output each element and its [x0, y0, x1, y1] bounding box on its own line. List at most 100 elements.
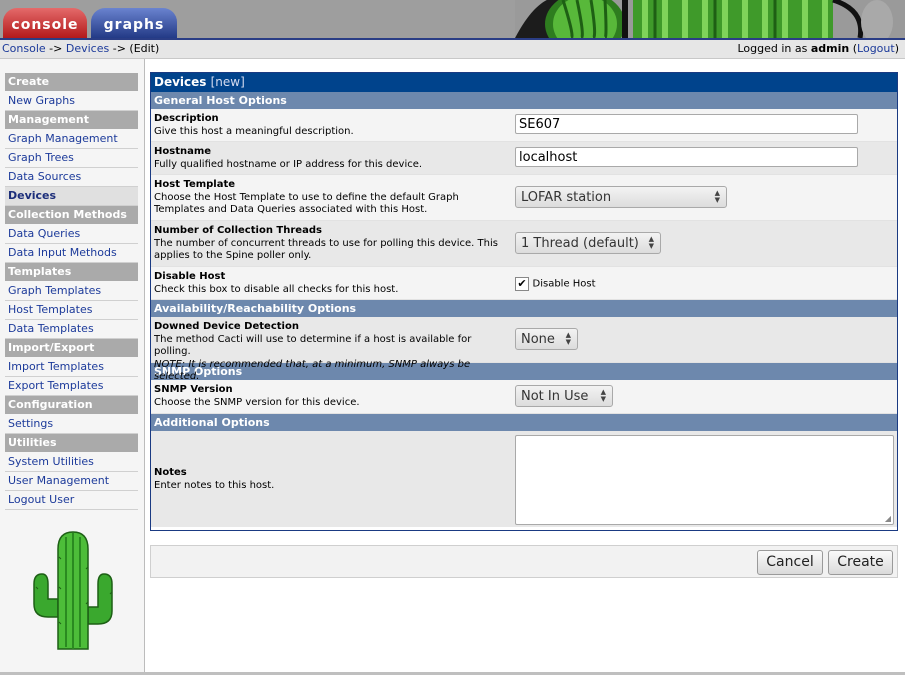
snmp-label-block: SNMP Version Choose the SNMP version for… [154, 384, 509, 409]
sidebar-item-graph-management[interactable]: Graph Management [5, 130, 138, 149]
host-template-label-block: Host Template Choose the Host Template t… [154, 179, 509, 217]
section-availability-options: Availability/Reachability Options [151, 300, 897, 317]
form-title: Devices [new] [151, 73, 897, 92]
sidebar-item-graph-trees[interactable]: Graph Trees [5, 149, 138, 168]
row-disable-host: Disable Host Check this box to disable a… [151, 267, 897, 300]
threads-help: The number of concurrent threads to use … [154, 237, 498, 262]
sidebar-link[interactable]: New Graphs [8, 94, 75, 107]
cactus-banner [515, 0, 905, 38]
disable-host-checkbox[interactable]: ✔ [515, 277, 529, 291]
sidebar-link[interactable]: Export Templates [8, 379, 103, 392]
sidebar-item-import-templates[interactable]: Import Templates [5, 358, 138, 377]
menu-header-utilities: Utilities [5, 434, 138, 452]
sidebar-link[interactable]: Data Sources [8, 170, 81, 183]
login-status: Logged in as admin (Logout) [737, 42, 899, 55]
select-arrows-icon: ▲ ▼ [565, 331, 571, 346]
threads-select[interactable]: 1 Thread (default) ▲ ▼ [515, 232, 661, 254]
hostname-label-block: Hostname Fully qualified hostname or IP … [154, 146, 509, 171]
login-user: admin [810, 42, 850, 55]
page-title: Devices [154, 75, 207, 89]
hostname-input[interactable]: localhost [515, 147, 858, 167]
description-help: Give this host a meaningful description. [154, 125, 354, 137]
sidebar-link[interactable]: Graph Management [8, 132, 118, 145]
breadcrumb-edit: (Edit) [129, 42, 160, 55]
sidebar-item-graph-templates[interactable]: Graph Templates [5, 282, 138, 301]
menu-header-management: Management [5, 111, 138, 129]
sidebar-link[interactable]: Data Input Methods [8, 246, 117, 259]
sidebar-link[interactable]: Devices [8, 189, 56, 202]
breadcrumb-console[interactable]: Console [2, 42, 46, 55]
snmp-version-help: Choose the SNMP version for this device. [154, 396, 360, 408]
downed-label: Downed Device Detection [154, 321, 299, 332]
breadcrumb: Console -> Devices -> (Edit) [2, 40, 159, 58]
sidebar-item-host-templates[interactable]: Host Templates [5, 301, 138, 320]
form-button-bar: Cancel Create [150, 545, 898, 578]
logout-link[interactable]: Logout [857, 42, 895, 55]
sidebar-item-data-input-methods[interactable]: Data Input Methods [5, 244, 138, 263]
notes-textarea[interactable]: ◢ [515, 435, 894, 525]
breadcrumb-devices[interactable]: Devices [66, 42, 109, 55]
disable-host-checkbox-label: Disable Host [532, 278, 596, 290]
sidebar-item-system-utilities[interactable]: System Utilities [5, 453, 138, 472]
sidebar-link[interactable]: Import Templates [8, 360, 104, 373]
row-collection-threads: Number of Collection Threads The number … [151, 221, 897, 267]
downed-help: The method Cacti will use to determine i… [154, 333, 472, 358]
downed-detection-select[interactable]: None ▲ ▼ [515, 328, 578, 350]
hostname-label: Hostname [154, 146, 212, 157]
snmp-version-value: Not In Use [521, 389, 589, 404]
disable-host-label: Disable Host [154, 271, 226, 282]
breadcrumb-separator: -> [49, 42, 63, 55]
sidebar: Create New Graphs Management Graph Manag… [0, 59, 145, 675]
resize-grip-icon[interactable]: ◢ [885, 514, 891, 523]
menu-header-configuration: Configuration [5, 396, 138, 414]
create-button[interactable]: Create [828, 550, 893, 575]
notes-label: Notes [154, 467, 187, 478]
sidebar-link[interactable]: Data Queries [8, 227, 80, 240]
sidebar-link[interactable]: Data Templates [8, 322, 94, 335]
sidebar-link[interactable]: Host Templates [8, 303, 92, 316]
sidebar-item-data-sources[interactable]: Data Sources [5, 168, 138, 187]
sidebar-item-data-queries[interactable]: Data Queries [5, 225, 138, 244]
host-template-help: Choose the Host Template to use to defin… [154, 191, 459, 216]
menu-header-templates: Templates [5, 263, 138, 281]
sidebar-item-data-templates[interactable]: Data Templates [5, 320, 138, 339]
host-template-select[interactable]: LOFAR station ▲ ▼ [515, 186, 727, 208]
menu-header-import-export: Import/Export [5, 339, 138, 357]
sidebar-link[interactable]: System Utilities [8, 455, 94, 468]
sidebar-link[interactable]: Graph Templates [8, 284, 101, 297]
row-hostname: Hostname Fully qualified hostname or IP … [151, 142, 897, 175]
sidebar-item-devices[interactable]: Devices [5, 187, 138, 206]
snmp-version-select[interactable]: Not In Use ▲ ▼ [515, 385, 613, 407]
downed-note: NOTE: It is recommended that, at a minim… [154, 358, 471, 383]
section-additional-options: Additional Options [151, 414, 897, 431]
notes-label-block: Notes Enter notes to this host. [154, 467, 509, 492]
cancel-button[interactable]: Cancel [757, 550, 823, 575]
disable-host-help: Check this box to disable all checks for… [154, 283, 399, 295]
row-snmp-version: SNMP Version Choose the SNMP version for… [151, 380, 897, 414]
sidebar-item-logout-user[interactable]: Logout User [5, 491, 138, 510]
sidebar-menu: Create New Graphs Management Graph Manag… [5, 73, 138, 510]
tab-console[interactable]: console [3, 8, 87, 38]
sidebar-item-export-templates[interactable]: Export Templates [5, 377, 138, 396]
sidebar-item-settings[interactable]: Settings [5, 415, 138, 434]
sidebar-item-user-management[interactable]: User Management [5, 472, 138, 491]
description-label-block: Description Give this host a meaningful … [154, 113, 509, 138]
sidebar-link[interactable]: Logout User [8, 493, 74, 506]
threads-label: Number of Collection Threads [154, 225, 322, 236]
row-downed-device: Downed Device Detection The method Cacti… [151, 317, 897, 382]
top-bar: console graphs [0, 0, 905, 40]
tab-graphs[interactable]: graphs [91, 8, 177, 38]
select-arrows-icon: ▲ ▼ [714, 189, 720, 204]
select-arrows-icon: ▲ ▼ [600, 388, 606, 403]
sidebar-link[interactable]: User Management [8, 474, 109, 487]
downed-label-block: Downed Device Detection The method Cacti… [154, 321, 509, 384]
sidebar-link[interactable]: Graph Trees [8, 151, 74, 164]
sidebar-link[interactable]: Settings [8, 417, 53, 430]
threads-label-block: Number of Collection Threads The number … [154, 225, 509, 263]
downed-value: None [521, 332, 555, 347]
description-input[interactable]: SE607 [515, 114, 858, 134]
host-template-label: Host Template [154, 179, 236, 190]
page-title-suffix: [new] [210, 75, 245, 89]
sidebar-item-new-graphs[interactable]: New Graphs [5, 92, 138, 111]
hostname-help: Fully qualified hostname or IP address f… [154, 158, 423, 170]
